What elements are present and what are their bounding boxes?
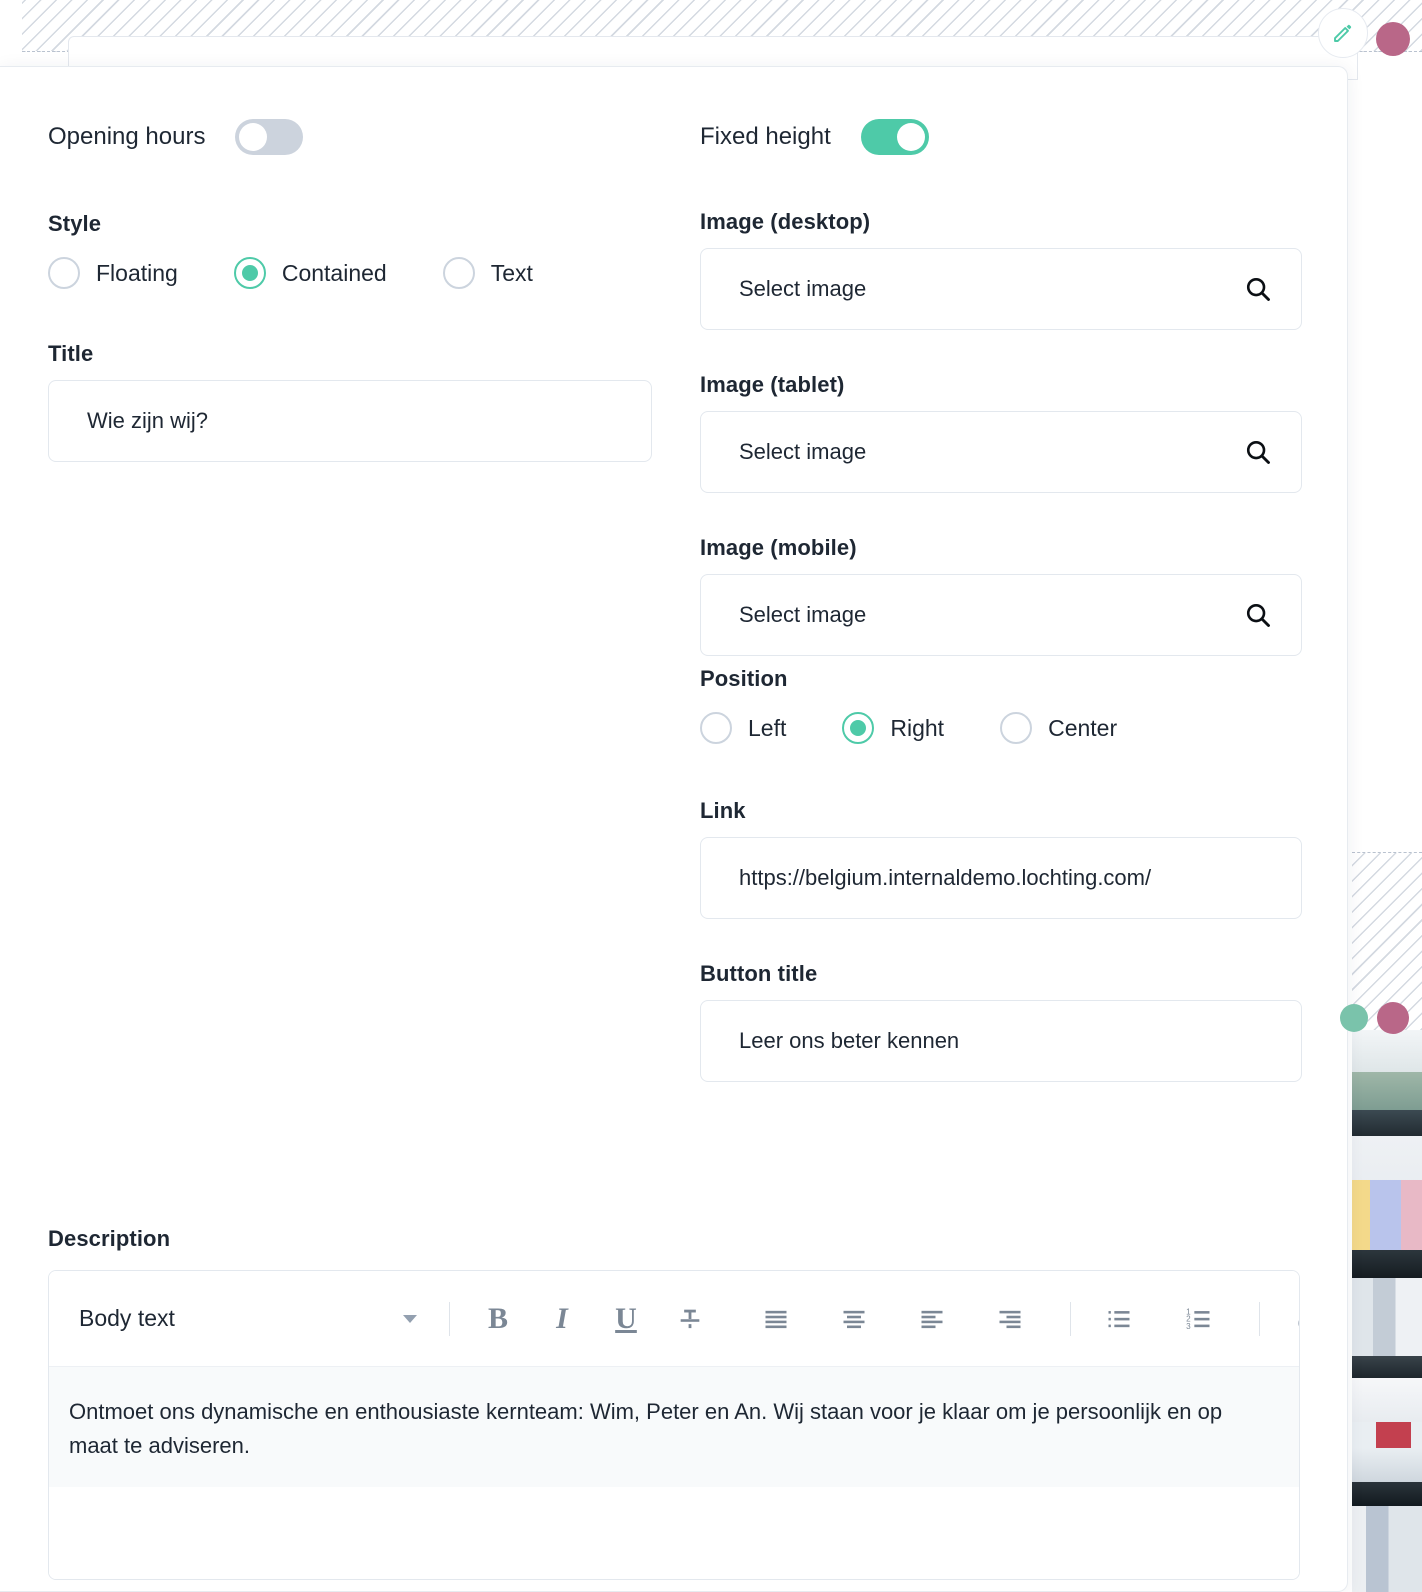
link-icon[interactable] <box>1282 1293 1299 1345</box>
bullet-list-icon[interactable] <box>1093 1293 1145 1345</box>
image-tablet-value: Select image <box>739 439 867 464</box>
chevron-down-icon <box>403 1314 417 1323</box>
opening-hours-row: Opening hours <box>48 117 652 157</box>
image-tablet-picker[interactable]: Select image <box>700 411 1302 493</box>
radio-icon <box>442 257 475 289</box>
settings-left-column: Opening hours Style Floating Contained T… <box>48 117 652 462</box>
radio-icon <box>1000 712 1033 744</box>
underline-icon[interactable]: U <box>600 1293 652 1345</box>
style-option-label: Contained <box>281 259 387 286</box>
pink-handle-dot[interactable] <box>1377 1002 1409 1034</box>
editor-toolbar: Body text B I U 1 2 3 <box>49 1271 1299 1367</box>
bold-icon[interactable]: B <box>472 1293 524 1345</box>
position-option-left[interactable]: Left <box>700 712 786 744</box>
position-label: Position <box>700 666 788 691</box>
style-option-label: Text <box>490 259 533 286</box>
link-input[interactable]: https://belgium.internaldemo.lochting.co… <box>700 837 1302 919</box>
radio-icon <box>700 712 732 744</box>
search-icon[interactable] <box>1243 437 1273 467</box>
align-center-icon[interactable] <box>828 1293 880 1345</box>
svg-text:3: 3 <box>1186 1321 1191 1330</box>
position-option-label: Left <box>748 714 787 741</box>
button-title-label: Button title <box>700 961 818 986</box>
description-label: Description <box>48 1226 171 1251</box>
description-section: Description Body text B I U 1 2 3 Ontmoe… <box>48 1226 1304 1580</box>
search-icon[interactable] <box>1243 274 1273 304</box>
align-right-icon[interactable] <box>984 1293 1036 1345</box>
screenshot-root: Opening hours Style Floating Contained T… <box>0 0 1422 1592</box>
radio-icon-selected <box>233 257 266 289</box>
image-desktop-label: Image (desktop) <box>700 209 871 234</box>
radio-icon-selected <box>842 712 875 744</box>
block-settings-panel: Opening hours Style Floating Contained T… <box>0 66 1348 1592</box>
style-option-floating[interactable]: Floating <box>48 257 178 289</box>
green-handle-dot[interactable] <box>1340 1004 1368 1032</box>
image-mobile-label: Image (mobile) <box>700 535 857 560</box>
toolbar-divider <box>1070 1301 1071 1336</box>
paragraph-style-select[interactable]: Body text <box>79 1305 427 1332</box>
editor-bottom-area[interactable] <box>49 1487 1299 1579</box>
paragraph-style-value: Body text <box>79 1305 175 1331</box>
align-justify-icon[interactable] <box>750 1293 802 1345</box>
position-option-center[interactable]: Center <box>1000 712 1117 744</box>
image-mobile-value: Select image <box>739 602 867 627</box>
toolbar-divider <box>449 1301 450 1336</box>
toolbar-divider <box>1259 1301 1260 1336</box>
background-photo-strip <box>1352 1030 1422 1592</box>
style-label: Style <box>48 211 102 236</box>
align-left-icon[interactable] <box>906 1293 958 1345</box>
image-desktop-value: Select image <box>739 276 867 301</box>
radio-icon <box>48 257 80 289</box>
toggle-knob <box>896 123 925 151</box>
rich-text-editor: Body text B I U 1 2 3 Ontmoet ons dynami… <box>48 1270 1300 1580</box>
title-input-value: Wie zijn wij? <box>87 408 209 433</box>
image-desktop-picker[interactable]: Select image <box>700 248 1302 330</box>
edit-pencil-button[interactable] <box>1318 8 1368 58</box>
pencil-icon <box>1334 24 1352 42</box>
position-option-right[interactable]: Right <box>842 712 944 744</box>
fixed-height-label: Fixed height <box>700 123 831 150</box>
button-title-input[interactable]: Leer ons beter kennen <box>700 1000 1302 1082</box>
editor-content-area[interactable]: Ontmoet ons dynamische en enthousiaste k… <box>49 1367 1299 1487</box>
strikethrough-icon[interactable] <box>664 1293 716 1345</box>
link-input-value: https://belgium.internaldemo.lochting.co… <box>739 865 1152 890</box>
image-mobile-picker[interactable]: Select image <box>700 574 1302 656</box>
position-option-label: Right <box>890 714 945 741</box>
opening-hours-label: Opening hours <box>48 123 206 150</box>
link-label: Link <box>700 798 746 823</box>
title-input[interactable]: Wie zijn wij? <box>48 380 652 462</box>
position-radio-group: Left Right Center <box>700 712 1302 744</box>
fixed-height-row: Fixed height <box>700 117 1302 157</box>
style-option-text[interactable]: Text <box>442 257 533 289</box>
style-radio-group: Floating Contained Text <box>48 257 652 289</box>
search-icon[interactable] <box>1243 600 1273 630</box>
title-label: Title <box>48 341 94 366</box>
toggle-knob <box>239 123 268 151</box>
numbered-list-icon[interactable]: 1 2 3 <box>1173 1293 1225 1345</box>
italic-icon[interactable]: I <box>536 1293 588 1345</box>
settings-right-column: Fixed height Image (desktop) Select imag… <box>700 117 1302 1082</box>
opening-hours-toggle[interactable] <box>235 119 304 155</box>
image-tablet-label: Image (tablet) <box>700 372 845 397</box>
button-title-input-value: Leer ons beter kennen <box>739 1028 960 1053</box>
editor-paragraph: Ontmoet ons dynamische en enthousiaste k… <box>69 1399 1223 1459</box>
style-option-contained[interactable]: Contained <box>233 257 387 289</box>
pink-handle-dot[interactable] <box>1376 22 1410 56</box>
style-option-label: Floating <box>96 259 178 286</box>
position-option-label: Center <box>1048 714 1118 741</box>
fixed-height-toggle[interactable] <box>860 119 929 155</box>
